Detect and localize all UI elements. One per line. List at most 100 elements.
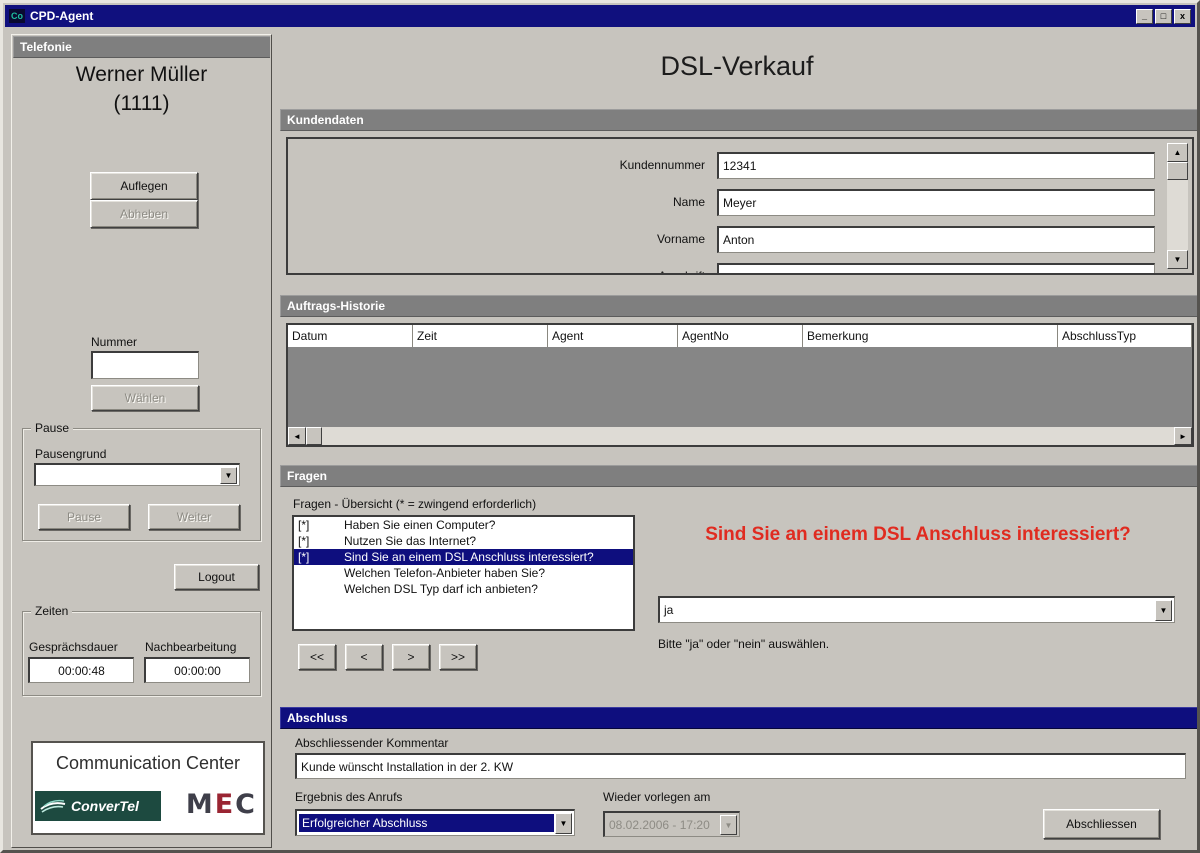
fragen-item-text: Welchen Telefon-Anbieter haben Sie? — [344, 565, 545, 581]
pause-button[interactable]: Pause — [38, 504, 130, 530]
nachbearbeitung-label: Nachbearbeitung — [145, 640, 236, 654]
zeiten-group: Zeiten Gesprächsdauer Nachbearbeitung 00… — [22, 611, 261, 696]
historie-table-body — [288, 347, 1192, 427]
kundendaten-field-label: Name — [445, 195, 705, 209]
window-title: CPD-Agent — [30, 9, 93, 23]
abschluss-header: Abschluss — [280, 707, 1198, 729]
fragen-item-text: Sind Sie an einem DSL Anschluss interess… — [344, 549, 594, 565]
pausengrund-combobox[interactable]: ▼ — [34, 463, 240, 486]
logo-title: Communication Center — [33, 753, 263, 774]
answer-value: ja — [664, 603, 673, 617]
telefonie-header: Telefonie — [13, 36, 270, 58]
abheben-button[interactable]: Abheben — [90, 200, 198, 228]
kundendaten-panel: Kundennummer Name Vorname Anschrift ▲ ▼ — [286, 137, 1194, 275]
kundendaten-field-input[interactable] — [717, 152, 1155, 179]
title-bar[interactable]: Co CPD-Agent _ □ x — [5, 5, 1195, 27]
historie-header: Auftrags-Historie — [280, 295, 1198, 317]
fragen-header-label: Fragen — [287, 469, 327, 483]
answer-hint: Bitte "ja" oder "nein" auswählen. — [658, 637, 829, 651]
abschliessen-button[interactable]: Abschliessen — [1043, 809, 1160, 839]
pause-group: Pause Pausengrund ▼ Pause Weiter — [22, 428, 261, 541]
fragen-list-item[interactable]: Welchen Telefon-Anbieter haben Sie? — [294, 565, 633, 581]
close-button[interactable]: x — [1174, 9, 1191, 24]
page-title: DSL-Verkauf — [275, 51, 1199, 82]
weiter-button[interactable]: Weiter — [148, 504, 240, 530]
nummer-input[interactable] — [91, 351, 199, 379]
mec-logo: MEC — [186, 789, 257, 820]
kundendaten-field-label: Kundennummer — [445, 158, 705, 172]
historie-scrollbar[interactable]: ◄ ► — [288, 427, 1192, 445]
nachbearbeitung-text: 00:00:00 — [174, 664, 221, 678]
kundendaten-header: Kundendaten — [280, 109, 1198, 131]
pause-group-label: Pause — [31, 421, 73, 435]
first-question-button[interactable]: << — [298, 644, 336, 670]
historie-column-header[interactable]: Bemerkung — [803, 325, 1058, 347]
fragen-header: Fragen — [280, 465, 1198, 487]
fragen-list-item[interactable]: [*]Haben Sie einen Computer? — [294, 517, 633, 533]
kundendaten-field-input[interactable] — [717, 189, 1155, 216]
last-question-button[interactable]: >> — [439, 644, 477, 670]
ergebnis-dropdown-arrow[interactable]: ▼ — [555, 813, 572, 834]
kommentar-input[interactable] — [295, 753, 1186, 779]
answer-combobox[interactable]: ja ▼ — [658, 596, 1175, 623]
nachbearbeitung-value: 00:00:00 — [144, 657, 250, 683]
kundendaten-field-label: Anschrift — [445, 269, 705, 275]
minimize-button[interactable]: _ — [1136, 9, 1153, 24]
convertel-logo: ConverTel — [35, 791, 161, 821]
historie-column-header[interactable]: AgentNo — [678, 325, 803, 347]
agent-name: Werner Müller — [12, 63, 271, 87]
fragen-list-item[interactable]: [*]Sind Sie an einem DSL Anschluss inter… — [294, 549, 633, 565]
gespraechsdauer-value: 00:00:48 — [28, 657, 134, 683]
historie-column-header[interactable]: Agent — [548, 325, 678, 347]
historie-column-header[interactable]: Datum — [288, 325, 413, 347]
fragen-list-item[interactable]: Welchen DSL Typ darf ich anbieten? — [294, 581, 633, 597]
fragen-item-required-marker: [*] — [294, 517, 344, 533]
gespraechsdauer-label: Gesprächsdauer — [29, 640, 118, 654]
kundendaten-field-label: Vorname — [445, 232, 705, 246]
historie-column-header[interactable]: AbschlussTyp — [1058, 325, 1192, 347]
gespraechsdauer-text: 00:00:48 — [58, 664, 105, 678]
fragen-item-text: Nutzen Sie das Internet? — [344, 533, 476, 549]
answer-dropdown-arrow[interactable]: ▼ — [1155, 600, 1172, 621]
scroll-up-button[interactable]: ▲ — [1167, 143, 1188, 162]
fragen-listbox[interactable]: [*]Haben Sie einen Computer?[*]Nutzen Si… — [292, 515, 635, 631]
historie-table-header-row: DatumZeitAgentAgentNoBemerkungAbschlussT… — [288, 325, 1192, 347]
wiedervorlage-value: 08.02.2006 - 17:20 — [609, 818, 710, 832]
convertel-wordmark: ConverTel — [71, 798, 139, 814]
wiedervorlage-label: Wieder vorlegen am — [603, 790, 710, 804]
fragen-item-required-marker: [*] — [294, 533, 344, 549]
scroll-right-button[interactable]: ► — [1174, 427, 1192, 445]
auflegen-button[interactable]: Auflegen — [90, 172, 198, 200]
logout-button[interactable]: Logout — [174, 564, 259, 590]
agent-extension: (1111) — [12, 92, 271, 116]
maximize-button[interactable]: □ — [1155, 9, 1172, 24]
fragen-overview-label: Fragen - Übersicht (* = zwingend erforde… — [293, 497, 536, 511]
historie-header-label: Auftrags-Historie — [287, 299, 385, 313]
abschluss-header-label: Abschluss — [287, 711, 348, 725]
ergebnis-combobox[interactable]: Erfolgreicher Abschluss ▼ — [295, 809, 575, 836]
waehlen-button[interactable]: Wählen — [91, 385, 199, 411]
zeiten-group-label: Zeiten — [31, 604, 72, 618]
scroll-left-button[interactable]: ◄ — [288, 427, 306, 445]
wiedervorlage-combobox: 08.02.2006 - 17:20 ▼ — [603, 811, 740, 837]
fragen-item-required-marker — [294, 565, 344, 581]
kundendaten-scrollbar[interactable]: ▲ ▼ — [1167, 143, 1188, 269]
kundendaten-field-input[interactable] — [717, 263, 1155, 275]
pausengrund-dropdown-arrow[interactable]: ▼ — [220, 467, 237, 484]
pausengrund-label: Pausengrund — [35, 447, 106, 461]
fragen-list-item[interactable]: [*]Nutzen Sie das Internet? — [294, 533, 633, 549]
historie-table: DatumZeitAgentAgentNoBemerkungAbschlussT… — [286, 323, 1194, 447]
next-question-button[interactable]: > — [392, 644, 430, 670]
fragen-item-required-marker — [294, 581, 344, 597]
kundendaten-header-label: Kundendaten — [287, 113, 364, 127]
scroll-down-button[interactable]: ▼ — [1167, 250, 1188, 269]
kommentar-label: Abschliessender Kommentar — [295, 736, 448, 750]
app-icon: Co — [9, 9, 25, 23]
prev-question-button[interactable]: < — [345, 644, 383, 670]
ergebnis-label: Ergebnis des Anrufs — [295, 790, 402, 804]
historie-column-header[interactable]: Zeit — [413, 325, 548, 347]
app-window: Co CPD-Agent _ □ x Telefonie Werner Müll… — [0, 0, 1200, 853]
scroll-thumb-horizontal[interactable] — [306, 427, 322, 445]
scroll-thumb[interactable] — [1167, 162, 1188, 180]
kundendaten-field-input[interactable] — [717, 226, 1155, 253]
